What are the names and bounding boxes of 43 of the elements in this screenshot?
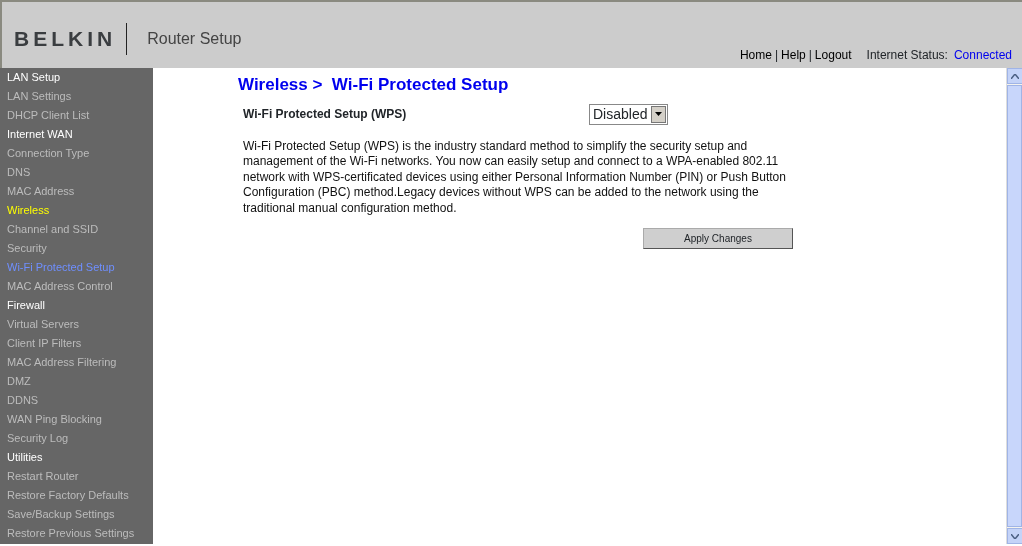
page-title: Wireless > Wi-Fi Protected Setup [238, 74, 510, 96]
apply-changes-button[interactable]: Apply Changes [643, 228, 793, 249]
sidebar-item[interactable]: Save/Backup Settings [0, 506, 153, 525]
sidebar-item[interactable]: MAC Address Filtering [0, 354, 153, 373]
sidebar-item[interactable]: Connection Type [0, 145, 153, 164]
sidebar-item[interactable]: Virtual Servers [0, 316, 153, 335]
header-link[interactable]: Home [739, 46, 772, 64]
scroll-down-icon [1011, 533, 1019, 539]
sidebar-item[interactable]: LAN Settings [0, 88, 153, 107]
sidebar-item[interactable]: DMZ [0, 373, 153, 392]
sidebar-item[interactable]: Channel and SSID [0, 221, 153, 240]
sidebar-section[interactable]: LAN Setup [0, 69, 153, 88]
status-value: Connected [953, 47, 1012, 64]
sidebar-item[interactable]: MAC Address [0, 183, 153, 202]
sidebar-item[interactable]: Restore Previous Settings [0, 525, 153, 544]
sidebar-section[interactable]: Wireless [0, 202, 153, 221]
scroll-up-icon [1011, 73, 1019, 79]
wps-dropdown[interactable]: Disabled [589, 103, 669, 125]
app-title: Router Setup [147, 29, 242, 49]
header-link[interactable]: Help [781, 46, 806, 64]
sidebar-item[interactable]: DHCP Client List [0, 107, 153, 126]
status-label: Internet Status: [866, 47, 948, 64]
sidebar-section[interactable]: Firewall [0, 297, 153, 316]
sidebar-item[interactable]: Restart Router [0, 468, 153, 487]
sidebar-section[interactable]: Internet WAN [0, 126, 153, 145]
separator: | [808, 47, 812, 64]
dropdown-arrow-icon [655, 112, 663, 116]
logo: BELKIN [14, 26, 117, 53]
sidebar-item[interactable]: Security Log [0, 430, 153, 449]
sidebar-item[interactable]: Client IP Filters [0, 335, 153, 354]
sidebar-item[interactable]: Wi-Fi Protected Setup [0, 259, 153, 278]
sidebar-item[interactable]: Restore Factory Defaults [0, 487, 153, 506]
sidebar-item[interactable]: WAN Ping Blocking [0, 411, 153, 430]
header-link[interactable]: Logout [814, 46, 852, 64]
sidebar-item[interactable]: DDNS [0, 392, 153, 411]
description-text: Wi-Fi Protected Setup (WPS) is the industry standard method to simplify the security setup and management of the Wi-Fi networks. You now can easily setup and connect to a WPA-enabled 802.11 network with WPS-certificated devices using either Personal Information Number (PIN) or Push Button Configuration (PBC) method.Legacy devices without WPS can be added to the network using the traditional manual configuration method. [243, 138, 787, 216]
sidebar-section[interactable]: Utilities [0, 449, 153, 468]
separator: | [774, 47, 779, 64]
sidebar-item[interactable]: Security [0, 240, 153, 259]
sidebar-item[interactable]: DNS [0, 164, 153, 183]
sidebar-item[interactable]: MAC Address Control [0, 278, 153, 297]
setting-label: Wi-Fi Protected Setup (WPS) [243, 106, 408, 123]
scrollbar[interactable] [1006, 68, 1022, 544]
